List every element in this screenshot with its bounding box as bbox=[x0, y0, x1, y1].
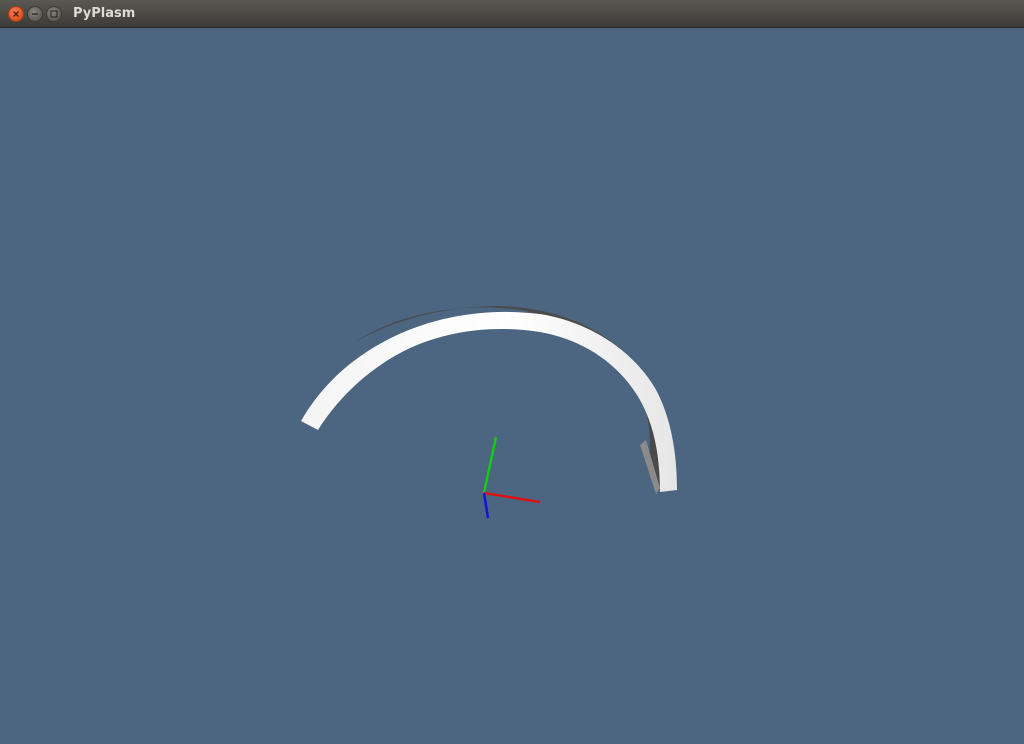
minimize-icon bbox=[32, 13, 38, 15]
close-icon bbox=[13, 11, 19, 17]
title-bar[interactable]: PyPlasm bbox=[0, 0, 1024, 28]
window-title: PyPlasm bbox=[73, 6, 136, 21]
minimize-button[interactable] bbox=[27, 6, 43, 22]
y-axis bbox=[482, 436, 498, 494]
pyplasm-window: PyPlasm bbox=[0, 0, 1024, 744]
close-button[interactable] bbox=[8, 6, 24, 22]
z-axis bbox=[482, 492, 490, 519]
axes-gizmo bbox=[482, 436, 541, 519]
maximize-button[interactable] bbox=[46, 6, 62, 22]
3d-viewport[interactable] bbox=[0, 28, 1024, 744]
x-axis bbox=[483, 491, 541, 504]
maximize-icon bbox=[50, 10, 58, 18]
scene-canvas[interactable] bbox=[0, 28, 1024, 744]
